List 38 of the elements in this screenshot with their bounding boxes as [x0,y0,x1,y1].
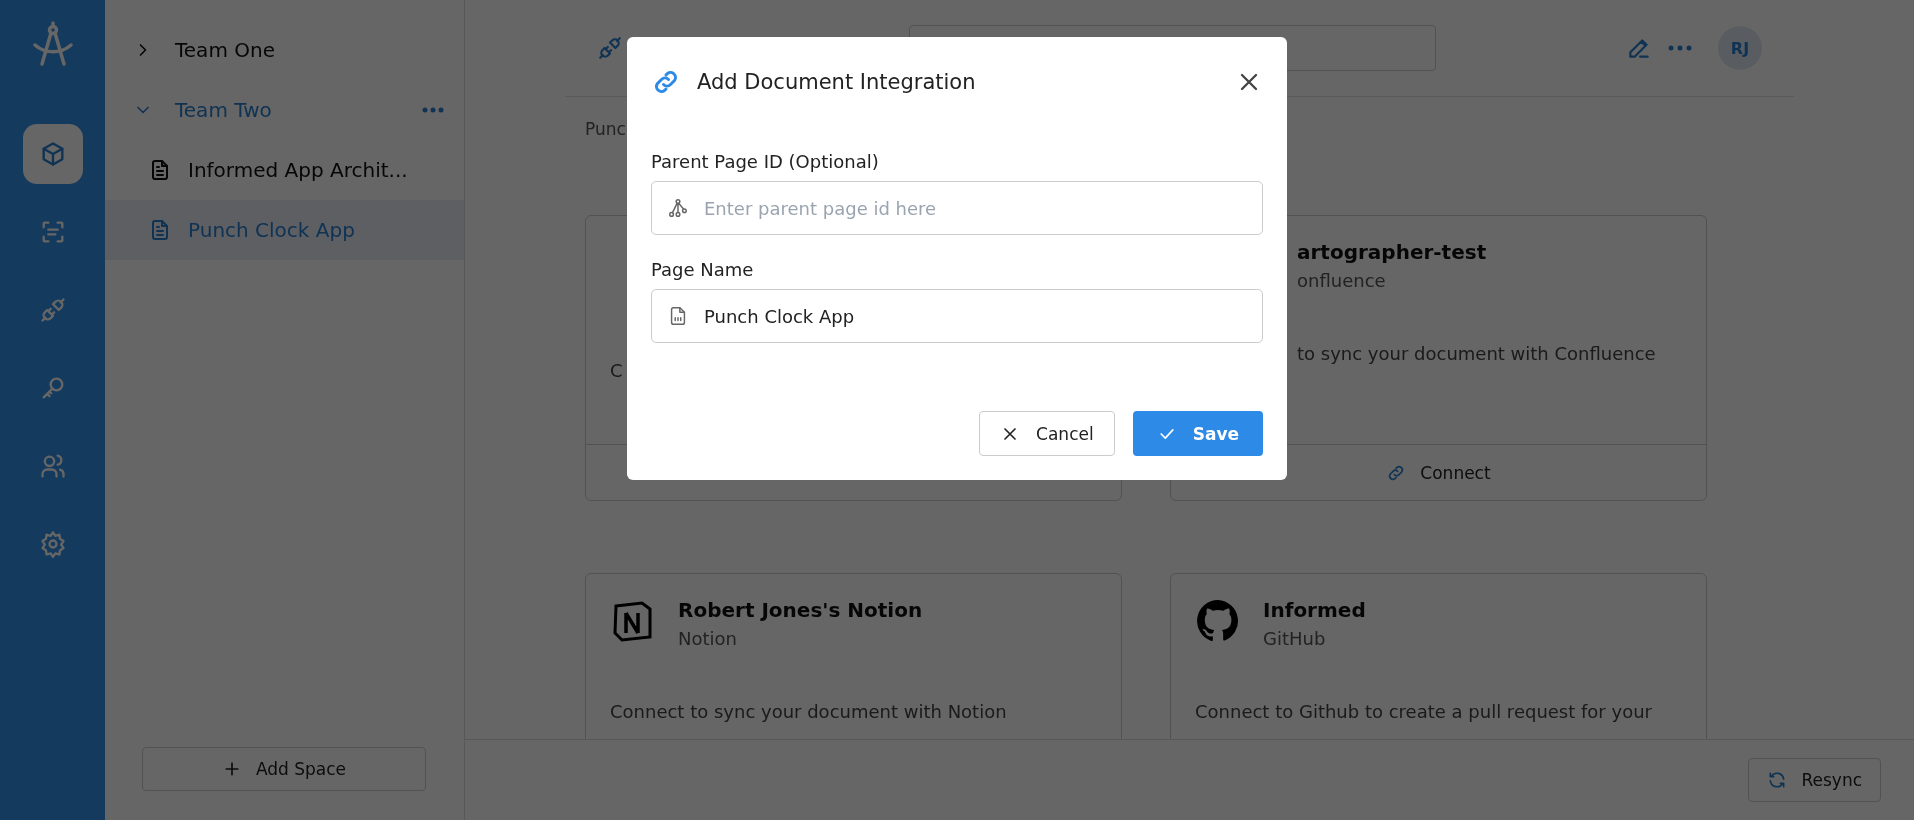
save-button[interactable]: Save [1132,411,1263,456]
cancel-button[interactable]: Cancel [979,411,1115,456]
github-logo-icon [1195,598,1241,644]
card-title: Robert Jones's Notion [678,598,923,622]
users-icon [38,452,67,480]
compass-logo-icon [31,20,74,68]
card-subtitle: Notion [678,628,738,649]
rail-button[interactable] [22,124,83,184]
add-space-button[interactable]: Add Space [142,747,426,791]
nodes-icon [667,197,689,219]
more-icon[interactable] [422,107,444,113]
card-description: C [610,360,623,381]
settings-icon [38,530,67,558]
dialog-title: Add Document Integration [697,70,977,94]
breadcrumb: Punc [585,119,626,139]
more-button[interactable] [1668,45,1692,51]
plug-icon [597,35,623,61]
card-description: Connect to sync your document with Notion [610,701,1007,722]
card-description: to sync your document with Confluence [1297,343,1656,364]
user-avatar[interactable]: RJ [1718,26,1762,70]
team-item[interactable]: Team One [105,30,464,70]
card-subtitle: GitHub [1263,628,1327,649]
refresh-icon [1767,770,1788,790]
field-label: Page Name [651,259,754,280]
input-field[interactable]: Enter parent page id here [651,181,1263,235]
page-item[interactable]: Punch Clock App [105,200,464,260]
card-subtitle: onfluence [1297,270,1387,291]
more-icon [1668,45,1692,51]
card-title: Informed [1263,598,1366,622]
field-label: Parent Page ID (Optional) [651,151,879,172]
connect-button[interactable]: Connect [1380,461,1497,484]
page-item[interactable]: Informed App Archit... [105,140,464,200]
team-item[interactable]: Team Two [105,90,464,130]
input-field[interactable]: Punch Clock App [651,289,1263,343]
card-description: Connect to Github to create a pull request for your [1195,701,1652,722]
resync-button[interactable]: Resync [1748,758,1881,802]
card-title: artographer-test [1297,240,1487,264]
plug-icon [38,296,67,324]
